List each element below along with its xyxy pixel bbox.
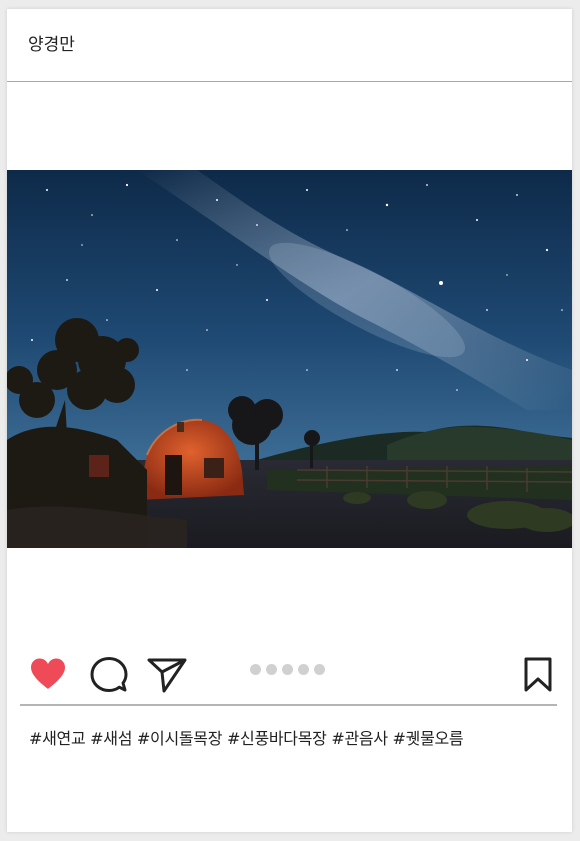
hashtag-link[interactable]: #새섬: [90, 729, 132, 748]
comment-button[interactable]: [90, 656, 128, 694]
heart-filled-icon: [31, 658, 65, 689]
speech-bubble-icon: [90, 657, 128, 692]
post-photo[interactable]: [7, 170, 572, 548]
carousel-dot[interactable]: [250, 664, 261, 675]
carousel-dot[interactable]: [298, 664, 309, 675]
hashtag-link[interactable]: #궷물오름: [393, 729, 464, 748]
post-username[interactable]: 양경만: [28, 35, 75, 55]
post-actions-bar: [7, 649, 572, 699]
night-sky-photo: [7, 170, 572, 548]
like-button[interactable]: [29, 657, 67, 691]
carousel-dot[interactable]: [266, 664, 277, 675]
post-header: 양경만: [7, 9, 572, 82]
save-button[interactable]: [523, 657, 553, 693]
hashtag-list: #새연교 #새섬 #이시돌목장 #신풍바다목장 #관음사 #궷물오름: [29, 725, 464, 749]
hashtag-link[interactable]: #관음사: [331, 729, 388, 748]
carousel-indicator: [250, 664, 325, 676]
hashtag-link[interactable]: #신풍바다목장: [227, 729, 327, 748]
bookmark-icon: [524, 657, 552, 692]
share-button[interactable]: [147, 657, 187, 693]
carousel-dot[interactable]: [282, 664, 293, 675]
hashtag-link[interactable]: #이시돌목장: [137, 729, 223, 748]
post-card: 양경만 #새연교 #새섬 #이시돌목장 #신풍바다목장 #관음사 #궷물오름: [7, 9, 572, 832]
paper-plane-icon: [147, 658, 187, 693]
actions-divider: [20, 704, 557, 706]
hashtag-link[interactable]: #새연교: [29, 729, 86, 748]
carousel-dot[interactable]: [314, 664, 325, 675]
